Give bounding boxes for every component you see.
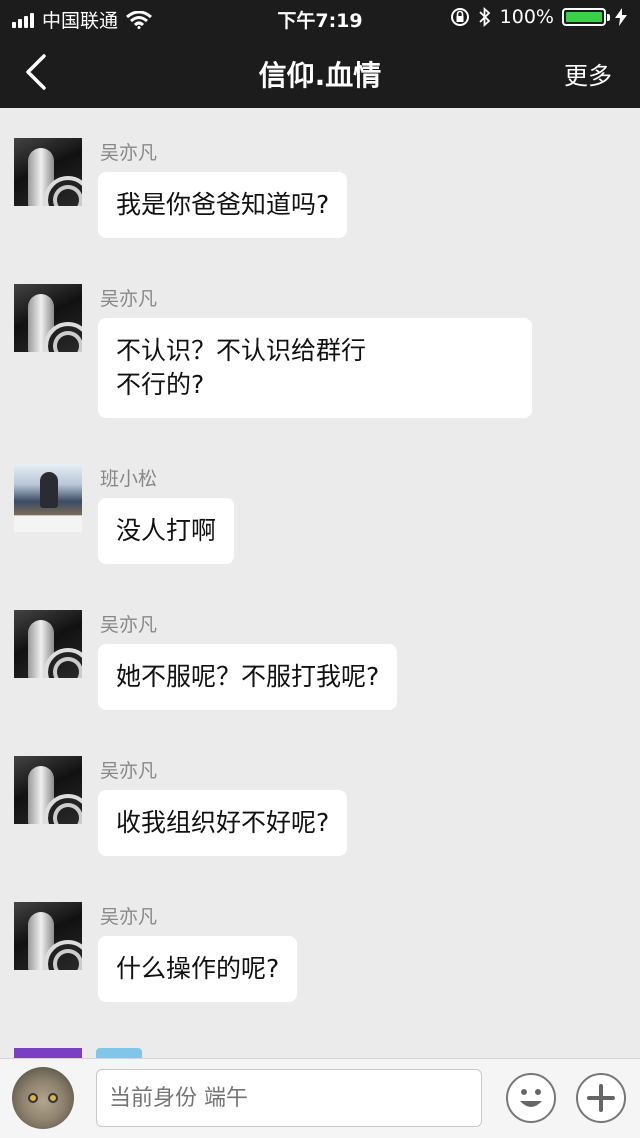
- partial-bubble: [96, 1048, 142, 1058]
- avatar[interactable]: [14, 902, 82, 970]
- message-line: 我是你爸爸知道吗?: [116, 190, 330, 219]
- chat-area[interactable]: 吴亦凡 我是你爸爸知道吗? 吴亦凡 不认识？不认识给群行 不行的? 班小松 没人…: [0, 108, 640, 1058]
- emoji-icon: [520, 1089, 542, 1107]
- avatar-person: [40, 472, 58, 508]
- nav-bar: 信仰.血情 更多: [0, 36, 640, 108]
- message-line: 不认识？不认识给群行: [116, 336, 367, 365]
- bluetooth-icon: [479, 7, 490, 27]
- message-bubble[interactable]: 没人打啊: [98, 498, 235, 564]
- emoji-button[interactable]: [506, 1073, 556, 1123]
- avatar[interactable]: [14, 138, 82, 206]
- message-bubble[interactable]: 她不服呢？不服打我呢?: [98, 644, 398, 710]
- page-title: 信仰.血情: [258, 59, 382, 92]
- message-bubble[interactable]: 不认识？不认识给群行 不行的?: [98, 318, 532, 418]
- message-bubble[interactable]: 什么操作的呢?: [98, 936, 298, 1002]
- message-bubble[interactable]: 我是你爸爸知道吗?: [98, 172, 348, 238]
- status-right: 100%: [450, 6, 628, 28]
- message-line: 没人打啊: [116, 516, 217, 545]
- avatar-eye: [48, 1093, 58, 1103]
- sender-name: 班小松: [100, 468, 158, 490]
- message-line: 不行的?: [116, 370, 205, 399]
- battery-icon: [562, 8, 610, 26]
- more-button[interactable]: 更多: [564, 56, 612, 91]
- user-avatar[interactable]: [12, 1067, 74, 1129]
- back-button[interactable]: [18, 50, 58, 94]
- message-input[interactable]: [96, 1069, 482, 1127]
- avatar[interactable]: [14, 284, 82, 352]
- sender-name: 吴亦凡: [100, 288, 158, 310]
- message-line: 什么操作的呢?: [116, 954, 280, 983]
- avatar[interactable]: [14, 464, 82, 532]
- message-line: 她不服呢？不服打我呢?: [116, 662, 380, 691]
- status-bar: 中国联通 下午7:19 100%: [0, 0, 640, 36]
- rotation-lock-icon: [450, 8, 469, 26]
- plus-icon: [587, 1084, 615, 1112]
- sender-name: 吴亦凡: [100, 142, 158, 164]
- chevron-left-icon: [26, 54, 46, 90]
- battery-fill: [566, 12, 602, 22]
- sender-name: 吴亦凡: [100, 760, 158, 782]
- charging-icon: [615, 8, 627, 26]
- avatar[interactable]: [14, 610, 82, 678]
- sender-name: 吴亦凡: [100, 614, 158, 636]
- message-bubble[interactable]: 收我组织好不好呢?: [98, 790, 348, 856]
- avatar-eye: [28, 1093, 38, 1103]
- message-line: 收我组织好不好呢?: [116, 808, 330, 837]
- input-bar: [0, 1058, 640, 1138]
- battery-percent: 100%: [499, 6, 554, 28]
- avatar[interactable]: [14, 756, 82, 824]
- sender-name: 吴亦凡: [100, 906, 158, 928]
- plus-button[interactable]: [576, 1073, 626, 1123]
- partial-avatar: [14, 1048, 82, 1058]
